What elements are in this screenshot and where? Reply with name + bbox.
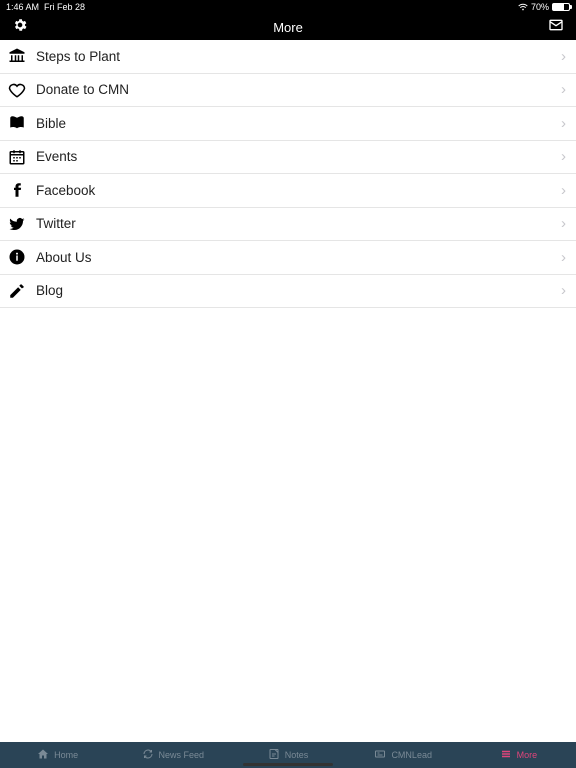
menu-label: Events: [36, 149, 561, 164]
status-left: 1:46 AM Fri Feb 28: [6, 2, 85, 12]
menu-row-events[interactable]: Events›: [0, 141, 576, 175]
refresh-icon: [142, 748, 154, 762]
menu-label: About Us: [36, 250, 561, 265]
menu-label: Steps to Plant: [36, 49, 561, 64]
home-indicator: [243, 763, 333, 766]
wifi-icon: [518, 3, 528, 11]
calendar-icon: [8, 148, 26, 166]
menu-icon: [500, 748, 512, 762]
tab-more[interactable]: More: [461, 742, 576, 768]
chevron-right-icon: ›: [561, 115, 566, 132]
menu-row-about-us[interactable]: About Us›: [0, 241, 576, 275]
facebook-icon: [8, 181, 26, 199]
book-icon: [8, 114, 26, 132]
menu-label: Twitter: [36, 216, 561, 231]
status-time: 1:46 AM: [6, 2, 39, 12]
page-title: More: [28, 20, 548, 35]
menu-label: Blog: [36, 283, 561, 298]
menu-list: Steps to Plant›Donate to CMN›Bible›Event…: [0, 40, 576, 308]
menu-row-bible[interactable]: Bible›: [0, 107, 576, 141]
card-icon: [374, 748, 386, 762]
tab-label: News Feed: [159, 750, 205, 760]
chevron-right-icon: ›: [561, 215, 566, 232]
note-icon: [268, 748, 280, 762]
tab-news-feed[interactable]: News Feed: [115, 742, 230, 768]
tab-label: CMNLead: [391, 750, 432, 760]
home-icon: [37, 748, 49, 762]
mail-button[interactable]: [548, 17, 564, 38]
menu-row-donate-to-cmn[interactable]: Donate to CMN›: [0, 74, 576, 108]
chevron-right-icon: ›: [561, 182, 566, 199]
chevron-right-icon: ›: [561, 148, 566, 165]
menu-row-blog[interactable]: Blog›: [0, 275, 576, 309]
menu-row-steps-to-plant[interactable]: Steps to Plant›: [0, 40, 576, 74]
tab-label: More: [517, 750, 538, 760]
menu-row-twitter[interactable]: Twitter›: [0, 208, 576, 242]
chevron-right-icon: ›: [561, 81, 566, 98]
chevron-right-icon: ›: [561, 249, 566, 266]
tab-label: Home: [54, 750, 78, 760]
status-bar: 1:46 AM Fri Feb 28 70%: [0, 0, 576, 14]
menu-label: Donate to CMN: [36, 82, 561, 97]
tab-cmnlead[interactable]: CMNLead: [346, 742, 461, 768]
nav-bar: More: [0, 14, 576, 40]
tab-label: Notes: [285, 750, 309, 760]
battery-pct: 70%: [531, 2, 549, 12]
settings-button[interactable]: [12, 17, 28, 38]
tab-home[interactable]: Home: [0, 742, 115, 768]
status-date: Fri Feb 28: [44, 2, 85, 12]
info-icon: [8, 248, 26, 266]
pencil-icon: [8, 282, 26, 300]
chevron-right-icon: ›: [561, 48, 566, 65]
status-right: 70%: [518, 2, 570, 12]
menu-label: Facebook: [36, 183, 561, 198]
menu-label: Bible: [36, 116, 561, 131]
bank-icon: [8, 47, 26, 65]
twitter-icon: [8, 215, 26, 233]
chevron-right-icon: ›: [561, 282, 566, 299]
heart-icon: [8, 81, 26, 99]
mail-icon: [548, 17, 564, 33]
gear-icon: [12, 17, 28, 33]
menu-row-facebook[interactable]: Facebook›: [0, 174, 576, 208]
battery-icon: [552, 3, 570, 11]
